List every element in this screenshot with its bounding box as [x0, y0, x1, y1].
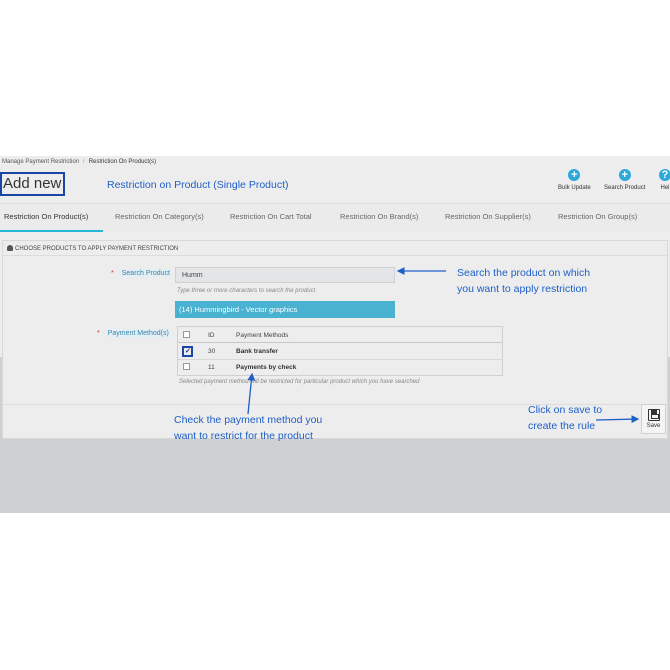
plus-circle-icon: + [618, 169, 631, 181]
tab-bar: Restriction On Product(s) Restriction On… [0, 203, 670, 232]
bulk-update-button[interactable]: + Bulk Update [558, 169, 591, 191]
breadcrumb-parent[interactable]: Manage Payment Restriction [2, 159, 79, 165]
required-mark: * [97, 330, 100, 337]
column-header-name: Payment Methods [236, 332, 289, 339]
column-header-id: ID [208, 332, 215, 339]
search-product-label-field: * Search Product [111, 269, 172, 278]
page-title: Add new [0, 172, 65, 196]
breadcrumb: Manage Payment Restriction / Restriction O… [2, 159, 156, 165]
row-name: Payments by check [236, 364, 297, 371]
payment-method-field-label: Payment Method(s) [105, 329, 171, 338]
required-mark: * [111, 270, 114, 277]
annotation-search-line1: Search the product on which [457, 267, 591, 279]
breadcrumb-separator: / [83, 159, 85, 165]
floppy-disk-icon [647, 409, 660, 421]
save-button[interactable]: Save [641, 404, 666, 434]
tab-category[interactable]: Restriction On Category(s) [115, 212, 204, 221]
payment-method-label-field: * Payment Method(s) [97, 329, 171, 338]
row-id: 30 [208, 348, 216, 355]
tab-group[interactable]: Restriction On Group(s) [558, 212, 637, 221]
tab-product[interactable]: Restriction On Product(s) [4, 212, 88, 221]
annotation-save-line2: create the rule [528, 420, 596, 432]
row-name: Bank transfer [236, 348, 278, 355]
table-header-row: ID Payment Methods [178, 328, 502, 343]
help-icon: ? [659, 169, 670, 181]
payments-by-check-checkbox[interactable] [183, 363, 190, 370]
search-product-label: Search Product [604, 185, 646, 191]
search-hint: Type three or more characters to search … [177, 288, 316, 294]
table-row: 30 Bank transfer [178, 344, 502, 359]
payment-hint: Selected payment method will be restrict… [179, 379, 420, 385]
bank-transfer-checkbox[interactable] [182, 346, 193, 357]
payment-methods-table: ID Payment Methods 30 Bank transfer 11 P… [177, 326, 503, 376]
annotation-save: Click on save to create the rule [528, 402, 602, 434]
bulk-update-label: Bulk Update [558, 185, 591, 191]
select-all-checkbox[interactable] [183, 331, 190, 338]
annotation-save-line1: Click on save to [528, 404, 603, 416]
breadcrumb-current: Restriction On Product(s) [88, 159, 157, 165]
panel-heading: CHOOSE PRODUCTS TO APPLY PAYMENT RESTRIC… [3, 241, 667, 256]
annotation-check-line1: Check the payment method you [174, 414, 323, 426]
save-label: Save [646, 423, 661, 429]
plus-circle-icon: + [568, 169, 581, 181]
user-icon [7, 245, 13, 251]
annotation-check: Check the payment method you want to res… [174, 412, 322, 444]
annotation-search: Search the product on which you want to … [457, 265, 590, 297]
active-tab-indicator [0, 230, 103, 232]
panel-heading-text: CHOOSE PRODUCTS TO APPLY PAYMENT RESTRIC… [15, 246, 179, 252]
annotation-check-line2: want to restrict for the product [174, 430, 313, 442]
row-id: 11 [208, 364, 215, 371]
tab-brand[interactable]: Restriction On Brand(s) [340, 212, 418, 221]
help-label: Hel [660, 185, 670, 191]
annotation-search-line2: you want to apply restriction [457, 283, 588, 295]
search-product-input[interactable]: Humm [175, 267, 395, 283]
table-row: 11 Payments by check [178, 359, 502, 374]
product-suggestion[interactable]: (14) Hummingbird - Vector graphics [175, 301, 395, 318]
search-product-button[interactable]: + Search Product [604, 169, 645, 191]
annotation-title: Restriction on Product (Single Product) [107, 179, 289, 191]
help-button[interactable]: ? Hel [659, 169, 670, 191]
search-product-field-label: Search Product [119, 269, 172, 278]
tab-supplier[interactable]: Restriction On Supplier(s) [445, 212, 531, 221]
screenshot-area: Manage Payment Restriction / Restriction O… [0, 156, 670, 513]
tab-cart-total[interactable]: Restriction On Cart Total [230, 212, 312, 221]
